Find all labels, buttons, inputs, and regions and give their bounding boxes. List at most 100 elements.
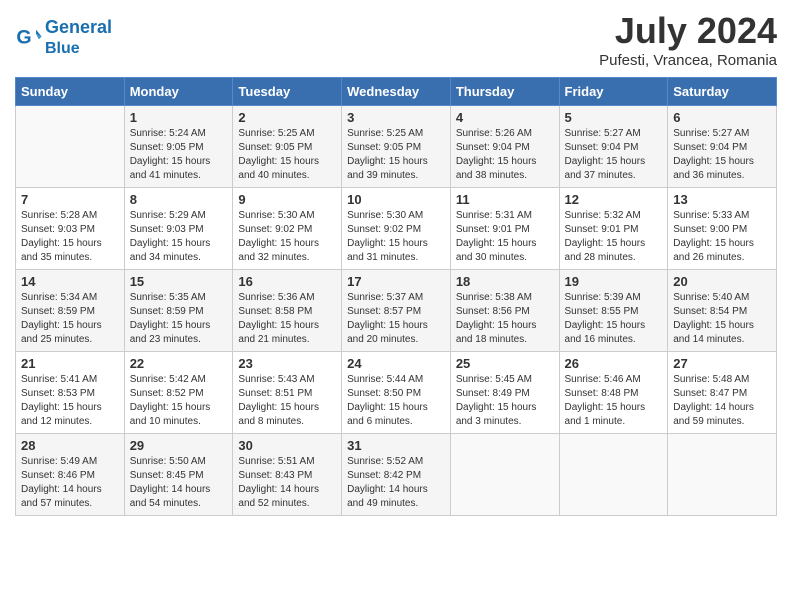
calendar-cell xyxy=(450,434,559,516)
day-info: Sunrise: 5:36 AM Sunset: 8:58 PM Dayligh… xyxy=(238,291,336,347)
day-info: Sunrise: 5:30 AM Sunset: 9:02 PM Dayligh… xyxy=(347,209,445,265)
logo-text: General Blue xyxy=(45,18,112,58)
calendar-cell: 15Sunrise: 5:35 AM Sunset: 8:59 PM Dayli… xyxy=(124,270,233,352)
header-sunday: Sunday xyxy=(16,78,125,106)
day-info: Sunrise: 5:26 AM Sunset: 9:04 PM Dayligh… xyxy=(456,127,554,183)
day-number: 9 xyxy=(238,192,336,207)
day-info: Sunrise: 5:46 AM Sunset: 8:48 PM Dayligh… xyxy=(565,373,663,429)
calendar-week-row: 28Sunrise: 5:49 AM Sunset: 8:46 PM Dayli… xyxy=(16,434,777,516)
day-number: 4 xyxy=(456,110,554,125)
day-info: Sunrise: 5:45 AM Sunset: 8:49 PM Dayligh… xyxy=(456,373,554,429)
day-info: Sunrise: 5:43 AM Sunset: 8:51 PM Dayligh… xyxy=(238,373,336,429)
header-thursday: Thursday xyxy=(450,78,559,106)
day-number: 8 xyxy=(130,192,228,207)
day-info: Sunrise: 5:50 AM Sunset: 8:45 PM Dayligh… xyxy=(130,455,228,511)
day-info: Sunrise: 5:25 AM Sunset: 9:05 PM Dayligh… xyxy=(347,127,445,183)
day-info: Sunrise: 5:40 AM Sunset: 8:54 PM Dayligh… xyxy=(673,291,771,347)
month-year: July 2024 xyxy=(599,10,777,52)
day-number: 14 xyxy=(21,274,119,289)
day-number: 20 xyxy=(673,274,771,289)
calendar-cell: 27Sunrise: 5:48 AM Sunset: 8:47 PM Dayli… xyxy=(668,352,777,434)
calendar-cell: 10 Sunrise: 5:30 AM Sunset: 9:02 PM Dayli… xyxy=(342,188,451,270)
day-number: 5 xyxy=(565,110,663,125)
day-number: 17 xyxy=(347,274,445,289)
calendar-cell: 16 Sunrise: 5:36 AM Sunset: 8:58 PM Dayli… xyxy=(233,270,342,352)
calendar-cell xyxy=(559,434,668,516)
day-number: 22 xyxy=(130,356,228,371)
header-tuesday: Tuesday xyxy=(233,78,342,106)
calendar-header: Sunday Monday Tuesday Wednesday Thursday… xyxy=(16,78,777,106)
calendar-week-row: 7 Sunrise: 5:28 AM Sunset: 9:03 PM Daylig… xyxy=(16,188,777,270)
day-number: 29 xyxy=(130,438,228,453)
day-number: 24 xyxy=(347,356,445,371)
calendar-body: 1 Sunrise: 5:24 AM Sunset: 9:05 PM Daylig… xyxy=(16,106,777,516)
day-number: 21 xyxy=(21,356,119,371)
header-wednesday: Wednesday xyxy=(342,78,451,106)
calendar-cell: 7 Sunrise: 5:28 AM Sunset: 9:03 PM Daylig… xyxy=(16,188,125,270)
day-number: 28 xyxy=(21,438,119,453)
calendar-cell: 1 Sunrise: 5:24 AM Sunset: 9:05 PM Daylig… xyxy=(124,106,233,188)
day-number: 7 xyxy=(21,192,119,207)
day-info: Sunrise: 5:33 AM Sunset: 9:00 PM Dayligh… xyxy=(673,209,771,265)
day-info: Sunrise: 5:28 AM Sunset: 9:03 PM Dayligh… xyxy=(21,209,119,265)
day-number: 26 xyxy=(565,356,663,371)
calendar-cell: 8Sunrise: 5:29 AM Sunset: 9:03 PM Daylig… xyxy=(124,188,233,270)
calendar-week-row: 14 Sunrise: 5:34 AM Sunset: 8:59 PM Dayli… xyxy=(16,270,777,352)
calendar-cell: 5 Sunrise: 5:27 AM Sunset: 9:04 PM Daylig… xyxy=(559,106,668,188)
day-number: 25 xyxy=(456,356,554,371)
calendar-cell: 26 Sunrise: 5:46 AM Sunset: 8:48 PM Dayli… xyxy=(559,352,668,434)
location: Pufesti, Vrancea, Romania xyxy=(599,52,777,69)
day-number: 13 xyxy=(673,192,771,207)
day-info: Sunrise: 5:44 AM Sunset: 8:50 PM Dayligh… xyxy=(347,373,445,429)
logo-icon: G xyxy=(15,24,43,52)
day-info: Sunrise: 5:31 AM Sunset: 9:01 PM Dayligh… xyxy=(456,209,554,265)
day-number: 16 xyxy=(238,274,336,289)
calendar-cell: 9 Sunrise: 5:30 AM Sunset: 9:02 PM Daylig… xyxy=(233,188,342,270)
day-number: 10 xyxy=(347,192,445,207)
logo-general: General xyxy=(45,17,112,37)
logo-blue: Blue xyxy=(45,40,80,57)
calendar-cell: 23Sunrise: 5:43 AM Sunset: 8:51 PM Dayli… xyxy=(233,352,342,434)
calendar-cell: 31Sunrise: 5:52 AM Sunset: 8:42 PM Dayli… xyxy=(342,434,451,516)
day-info: Sunrise: 5:27 AM Sunset: 9:04 PM Dayligh… xyxy=(565,127,663,183)
calendar-cell: 25 Sunrise: 5:45 AM Sunset: 8:49 PM Dayli… xyxy=(450,352,559,434)
day-number: 19 xyxy=(565,274,663,289)
calendar-cell: 12 Sunrise: 5:32 AM Sunset: 9:01 PM Dayli… xyxy=(559,188,668,270)
calendar-cell: 29 Sunrise: 5:50 AM Sunset: 8:45 PM Dayli… xyxy=(124,434,233,516)
day-number: 1 xyxy=(130,110,228,125)
day-number: 2 xyxy=(238,110,336,125)
calendar-cell: 4 Sunrise: 5:26 AM Sunset: 9:04 PM Daylig… xyxy=(450,106,559,188)
calendar-week-row: 1 Sunrise: 5:24 AM Sunset: 9:05 PM Daylig… xyxy=(16,106,777,188)
calendar-cell: 18Sunrise: 5:38 AM Sunset: 8:56 PM Dayli… xyxy=(450,270,559,352)
logo: G General Blue xyxy=(15,18,112,58)
header-saturday: Saturday xyxy=(668,78,777,106)
header-monday: Monday xyxy=(124,78,233,106)
calendar-cell: 11Sunrise: 5:31 AM Sunset: 9:01 PM Dayli… xyxy=(450,188,559,270)
day-info: Sunrise: 5:34 AM Sunset: 8:59 PM Dayligh… xyxy=(21,291,119,347)
day-info: Sunrise: 5:39 AM Sunset: 8:55 PM Dayligh… xyxy=(565,291,663,347)
calendar-cell: 2 Sunrise: 5:25 AM Sunset: 9:05 PM Daylig… xyxy=(233,106,342,188)
day-info: Sunrise: 5:32 AM Sunset: 9:01 PM Dayligh… xyxy=(565,209,663,265)
weekday-header-row: Sunday Monday Tuesday Wednesday Thursday… xyxy=(16,78,777,106)
calendar-cell: 19 Sunrise: 5:39 AM Sunset: 8:55 PM Dayli… xyxy=(559,270,668,352)
day-info: Sunrise: 5:25 AM Sunset: 9:05 PM Dayligh… xyxy=(238,127,336,183)
calendar-cell: 24 Sunrise: 5:44 AM Sunset: 8:50 PM Dayli… xyxy=(342,352,451,434)
calendar-cell: 6 Sunrise: 5:27 AM Sunset: 9:04 PM Daylig… xyxy=(668,106,777,188)
day-number: 31 xyxy=(347,438,445,453)
day-info: Sunrise: 5:30 AM Sunset: 9:02 PM Dayligh… xyxy=(238,209,336,265)
day-info: Sunrise: 5:41 AM Sunset: 8:53 PM Dayligh… xyxy=(21,373,119,429)
day-info: Sunrise: 5:51 AM Sunset: 8:43 PM Dayligh… xyxy=(238,455,336,511)
day-info: Sunrise: 5:27 AM Sunset: 9:04 PM Dayligh… xyxy=(673,127,771,183)
day-number: 15 xyxy=(130,274,228,289)
day-number: 30 xyxy=(238,438,336,453)
day-number: 12 xyxy=(565,192,663,207)
day-info: Sunrise: 5:24 AM Sunset: 9:05 PM Dayligh… xyxy=(130,127,228,183)
header-friday: Friday xyxy=(559,78,668,106)
calendar-cell xyxy=(668,434,777,516)
calendar-cell: 14 Sunrise: 5:34 AM Sunset: 8:59 PM Dayli… xyxy=(16,270,125,352)
calendar-cell: 17Sunrise: 5:37 AM Sunset: 8:57 PM Dayli… xyxy=(342,270,451,352)
day-number: 6 xyxy=(673,110,771,125)
calendar-cell: 21 Sunrise: 5:41 AM Sunset: 8:53 PM Dayli… xyxy=(16,352,125,434)
calendar-cell: 13 Sunrise: 5:33 AM Sunset: 9:00 PM Dayli… xyxy=(668,188,777,270)
day-number: 27 xyxy=(673,356,771,371)
